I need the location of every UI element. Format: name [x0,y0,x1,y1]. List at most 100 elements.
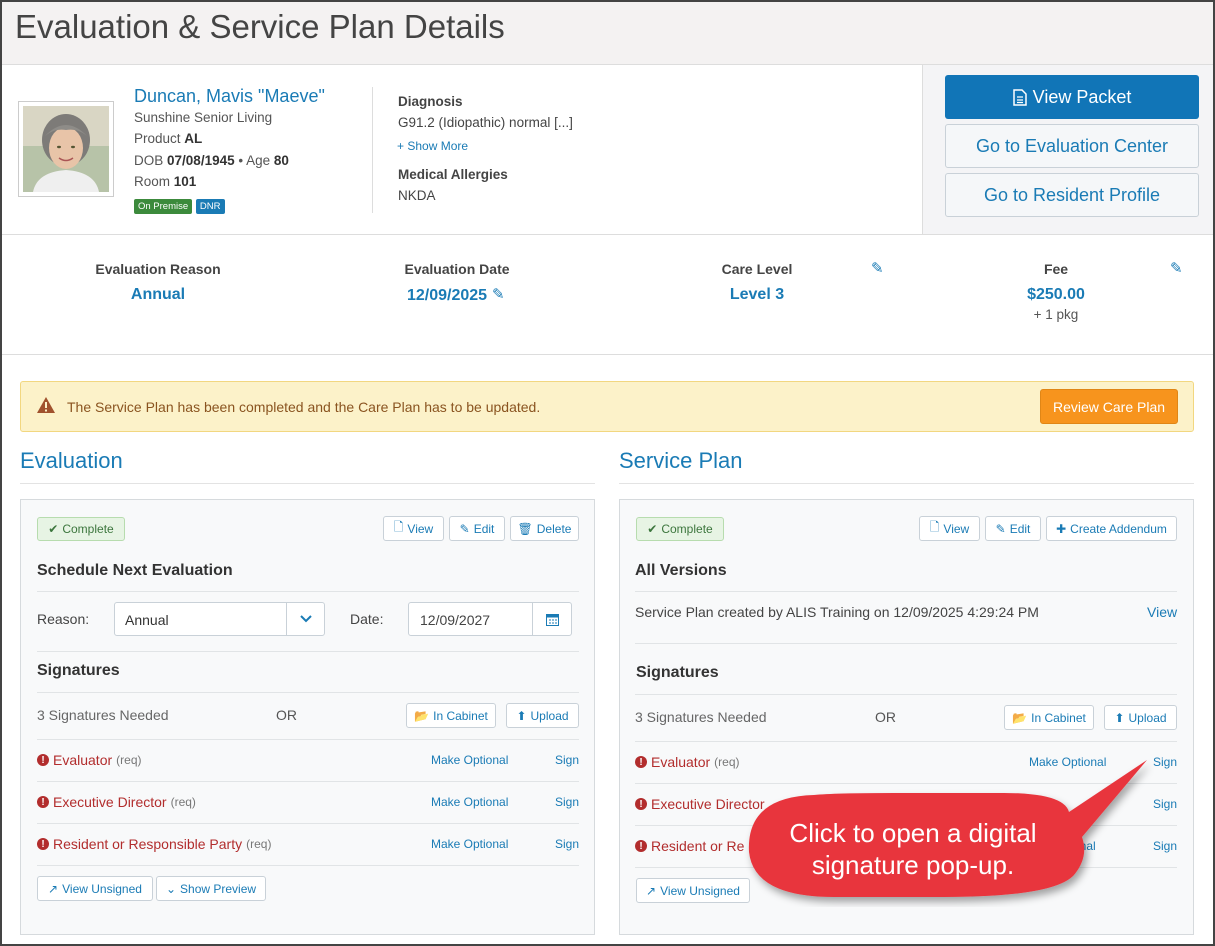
required-marker: (req) [170,795,196,809]
service-plan-status-badge: ✔ Complete [636,517,724,541]
sign-link[interactable]: Sign [555,837,579,851]
resident-name-link[interactable]: Duncan, Mavis "Maeve" [134,86,325,107]
service-plan-edit-button[interactable]: ✎ Edit [985,516,1041,541]
document-icon [1012,88,1027,106]
product-line: Product AL [134,131,202,146]
service-plan-in-cabinet-button[interactable]: 📂 In Cabinet [1004,705,1094,730]
sign-link[interactable]: Sign [1153,839,1177,853]
signer-executive-director: ! Executive Director (req) [37,794,196,810]
evaluation-in-cabinet-button[interactable]: 📂 In Cabinet [406,703,496,728]
evaluation-edit-button[interactable]: ✎ Edit [449,516,505,541]
product-value: AL [184,131,203,146]
evaluation-delete-label: Delete [536,521,572,536]
evaluation-panel: ✔ Complete 🗋 View ✎ Edit 🗑 Delete Schedu… [20,499,595,935]
resident-photo [18,101,114,197]
show-preview-button[interactable]: ⌄ Show Preview [156,876,266,901]
fee-label: Fee [1043,261,1069,277]
make-optional-link[interactable]: Make Optional [431,837,508,851]
create-addendum-label: Create Addendum [1070,521,1167,536]
allergies-heading: Medical Allergies [398,167,508,182]
signer-role: Resident or Re [651,838,745,854]
diagnosis-heading: Diagnosis [398,94,463,109]
view-unsigned-button[interactable]: ↗ View Unsigned [636,878,750,903]
care-level-label: Care Level [721,261,793,277]
folder-open-icon: 📂 [414,708,430,723]
next-evaluation-date-input[interactable]: 12/09/2027 [408,602,572,636]
on-premise-badge: On Premise [134,199,193,214]
review-care-plan-button[interactable]: Review Care Plan [1040,389,1178,424]
sign-link[interactable]: Sign [555,795,579,809]
pencil-icon: ✎ [459,521,470,536]
or-text: OR [276,707,297,723]
edit-date-pencil-icon[interactable]: ✎ [492,285,505,303]
evaluation-in-cabinet-label: In Cabinet [433,708,488,723]
age-value: 80 [273,153,289,168]
service-plan-status-label: Complete [661,522,713,536]
exclamation-circle-icon: ! [37,838,49,850]
separator-dot: • [238,153,244,168]
show-more-link[interactable]: + Show More [397,139,468,153]
facility-name: Sunshine Senior Living [134,110,273,125]
exclamation-circle-icon: ! [37,754,49,766]
go-to-evaluation-center-button[interactable]: Go to Evaluation Center [945,124,1199,168]
evaluation-view-button[interactable]: 🗋 View [383,516,444,541]
row-rule [37,739,579,740]
required-marker: (req) [246,837,272,851]
document-icon: 🗋 [929,520,940,534]
exclamation-circle-icon: ! [635,756,647,768]
evaluation-date-label: Evaluation Date [404,261,510,277]
sign-link[interactable]: Sign [1153,797,1177,811]
edit-care-level-pencil-icon[interactable]: ✎ [871,259,884,277]
signer-role: Evaluator [651,754,711,770]
service-plan-view-button[interactable]: 🗋 View [919,516,980,541]
service-plan-signatures-title: Signatures [636,664,719,681]
page-header: Evaluation & Service Plan Details [2,2,1213,65]
view-packet-label: View Packet [1032,86,1132,107]
chevron-down-icon [286,603,324,635]
allergies-value: NKDA [398,188,436,203]
evaluation-date-value: 12/09/2025 [406,287,488,304]
sign-link[interactable]: Sign [1153,755,1177,769]
evaluation-section-title: Evaluation [20,448,123,473]
service-plan-title-rule [619,483,1194,484]
age-label: Age [246,153,271,168]
row-rule [635,741,1177,742]
service-plan-upload-button[interactable]: ⬆ Upload [1104,705,1177,730]
page-title: Evaluation & Service Plan Details [15,8,505,45]
date-label: Date: [350,611,384,627]
divider [372,87,373,213]
pencil-icon: ✎ [995,521,1006,536]
plus-icon: ✚ [1056,521,1067,536]
reason-select-value: Annual [125,612,169,628]
signer-role: Evaluator [53,752,113,768]
evaluation-upload-button[interactable]: ⬆ Upload [506,703,579,728]
evaluation-reason-value: Annual [130,286,186,303]
service-plan-section-title: Service Plan [619,448,743,473]
create-addendum-button[interactable]: ✚ Create Addendum [1046,516,1177,541]
evaluation-status-label: Complete [62,522,114,536]
signer-evaluator: ! Evaluator (req) [635,754,740,770]
trash-icon: 🗑 [517,521,533,536]
dob-label: DOB [134,153,164,168]
plus-icon: + [397,139,405,153]
go-to-resident-profile-button[interactable]: Go to Resident Profile [945,173,1199,217]
view-unsigned-button[interactable]: ↗ View Unsigned [37,876,153,901]
reason-select[interactable]: Annual [114,602,325,636]
dob-value: 07/08/1945 [167,153,235,168]
calendar-icon[interactable] [532,603,571,635]
evaluation-delete-button[interactable]: 🗑 Delete [510,516,579,541]
folder-open-icon: 📂 [1012,710,1028,725]
view-unsigned-label: View Unsigned [62,881,142,896]
evaluation-title-rule [20,483,595,484]
make-optional-link[interactable]: Make Optional [431,753,508,767]
evaluation-signatures-title: Signatures [37,662,120,679]
room-label: Room [134,174,171,189]
version-view-link[interactable]: View [1147,604,1177,620]
diagnosis-value: G91.2 (Idiopathic) normal [...] [398,115,573,130]
required-marker: (req) [116,753,142,767]
view-packet-button[interactable]: View Packet [945,75,1199,119]
sign-link[interactable]: Sign [555,753,579,767]
edit-fee-pencil-icon[interactable]: ✎ [1170,259,1183,277]
check-icon: ✔ [647,522,658,536]
make-optional-link[interactable]: Make Optional [431,795,508,809]
